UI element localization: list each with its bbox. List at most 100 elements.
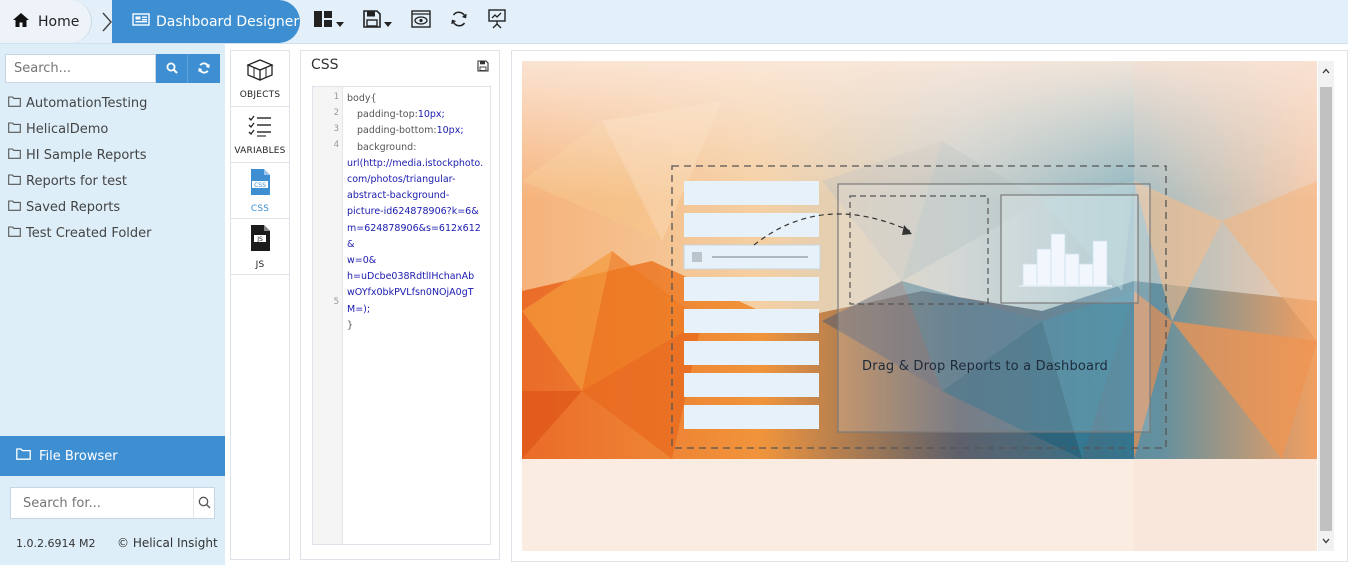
folder-label: Reports for test (26, 173, 127, 189)
refresh-icon (198, 59, 210, 78)
code-url-line: M=); (347, 303, 371, 315)
layout-icon (313, 10, 333, 32)
refresh-button[interactable] (450, 8, 468, 34)
search-for-button[interactable] (193, 488, 214, 518)
breadcrumb-dashboard-designer[interactable]: Dashboard Designer (112, 0, 300, 43)
chevron-right-icon (92, 0, 122, 43)
line-number-gutter: 1 2 3 4 5 (313, 87, 343, 544)
folder-item[interactable]: Saved Reports (8, 194, 152, 220)
search-button[interactable] (156, 54, 188, 83)
folder-icon (8, 121, 21, 137)
code-url-line: com/photos/triangular- (347, 174, 456, 186)
chevron-down-icon[interactable] (1318, 533, 1334, 549)
background-image (522, 61, 1317, 551)
folder-item[interactable]: Reports for test (8, 168, 152, 194)
line-number: 5 (333, 297, 339, 307)
line-number: 2 (333, 108, 339, 118)
css-editor-panel: CSS 1 2 3 4 5 body{ padding-top:10px; pa… (300, 50, 500, 560)
code-value: 10px; (436, 125, 464, 137)
top-bar: Home Dashboard Designer (0, 0, 1348, 44)
search-input[interactable] (5, 54, 156, 83)
js-file-icon: JS (247, 224, 273, 256)
scrollbar-thumb[interactable] (1320, 87, 1332, 531)
js-label: JS (255, 259, 265, 270)
present-icon (488, 9, 506, 33)
folder-icon (16, 448, 31, 464)
chevron-down-icon (384, 21, 392, 27)
save-dropdown-button[interactable] (363, 8, 392, 34)
css-panel-title: CSS (311, 57, 339, 73)
variables-tab[interactable]: VARIABLES (231, 107, 289, 163)
objects-label: OBJECTS (239, 89, 281, 100)
save-icon (477, 57, 489, 76)
code-url-line: picture-id624878906?k=6& (347, 206, 479, 218)
present-button[interactable] (488, 8, 506, 34)
folder-icon (8, 95, 21, 111)
breadcrumb-current-label: Dashboard Designer (156, 13, 300, 30)
line-number: 1 (333, 92, 339, 102)
code-url-line: w=0& (347, 255, 377, 267)
search-icon (166, 59, 178, 78)
search-for-box (10, 487, 215, 519)
preview-button[interactable] (411, 8, 431, 34)
code-line: padding-top:10px; (347, 107, 487, 123)
checklist-icon (246, 114, 274, 142)
folder-item[interactable]: AutomationTesting (8, 90, 152, 116)
variables-label: VARIABLES (234, 145, 286, 156)
code-url-line: h=uDcbe038RdtlIHchanAb (347, 271, 475, 283)
folder-item[interactable]: Test Created Folder (8, 220, 152, 246)
save-css-button[interactable] (477, 57, 489, 76)
chevron-down-icon (336, 21, 344, 27)
folder-list: AutomationTesting HelicalDemo HI Sample … (8, 90, 152, 246)
breadcrumb-home[interactable]: Home (0, 0, 92, 43)
chevron-up-icon[interactable] (1318, 63, 1334, 79)
code-url-line: abstract-background- (347, 190, 450, 202)
css-tab[interactable]: CSS CSS (231, 163, 289, 219)
css-label: CSS (250, 203, 270, 214)
folder-item[interactable]: HelicalDemo (8, 116, 152, 142)
preview-icon (411, 10, 431, 32)
js-tab[interactable]: JS JS (231, 219, 289, 275)
folder-label: HI Sample Reports (26, 147, 147, 163)
component-panel: OBJECTS VARIABLES CSS CSS JS JS (230, 50, 290, 560)
css-file-icon: CSS (247, 168, 273, 200)
line-number: 3 (333, 124, 339, 134)
vertical-scrollbar[interactable] (1318, 61, 1334, 551)
line-number: 4 (333, 140, 339, 150)
code-property: padding-bottom: (357, 125, 437, 137)
folder-label: AutomationTesting (26, 95, 148, 111)
layout-dropdown-button[interactable] (313, 8, 344, 34)
folder-item[interactable]: HI Sample Reports (8, 142, 152, 168)
folder-label: Saved Reports (26, 199, 121, 215)
search-for-input[interactable] (11, 495, 193, 511)
save-icon (363, 10, 381, 32)
code-editor[interactable]: 1 2 3 4 5 body{ padding-top:10px; paddin… (312, 86, 491, 545)
code-line: body{ (347, 91, 487, 107)
version-text: 1.0.2.6914 M2 (16, 537, 96, 550)
brand-text: © Helical Insight (117, 536, 218, 550)
code-content: body{ padding-top:10px; padding-bottom:1… (347, 91, 487, 334)
dashboard-canvas[interactable]: Drag & Drop Reports to a Dashboard (522, 61, 1317, 551)
file-browser-tab[interactable]: File Browser (0, 436, 225, 476)
dashboard-icon (132, 12, 150, 31)
code-line: padding-bottom:10px; (347, 123, 487, 139)
code-closing-brace: } (347, 319, 354, 331)
folder-icon (8, 173, 21, 189)
code-url-line: m=624878906&s=612x612& (347, 222, 481, 250)
objects-tab[interactable]: OBJECTS (231, 51, 289, 107)
folder-label: HelicalDemo (26, 121, 109, 137)
code-url-line: url(http://media.istockphoto. (347, 157, 484, 169)
objects-icon (246, 58, 274, 86)
svg-text:JS: JS (256, 236, 263, 243)
refresh-tree-button[interactable] (188, 54, 220, 83)
code-line: } (347, 318, 487, 334)
code-value: 10px; (417, 109, 445, 121)
search-icon (198, 494, 211, 513)
drag-drop-hint: Drag & Drop Reports to a Dashboard (862, 359, 1108, 374)
folder-label: Test Created Folder (26, 225, 152, 241)
code-property: background: (357, 141, 417, 153)
dashboard-preview-panel: Drag & Drop Reports to a Dashboard (511, 50, 1348, 562)
home-icon (12, 12, 30, 32)
file-browser-label: File Browser (39, 448, 118, 464)
refresh-icon (450, 10, 468, 32)
